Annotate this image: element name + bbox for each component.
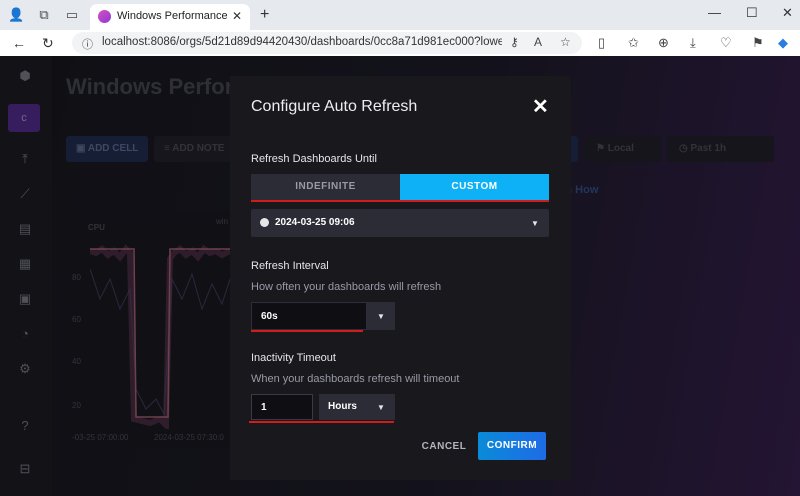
- maximize-icon[interactable]: ☐: [746, 5, 758, 21]
- inactivity-timeout-value: 1: [261, 402, 267, 413]
- workspaces-icon[interactable]: ⧉: [36, 7, 52, 23]
- influxdb-favicon-icon: [98, 10, 111, 23]
- browser-tab-bar: 👤 ⧉ ▭ Windows Performance | ciel | Infl …: [0, 0, 800, 30]
- timeout-unit-value: Hours: [328, 401, 357, 412]
- new-tab-icon[interactable]: +: [260, 6, 269, 24]
- highlight-underline: [249, 421, 394, 423]
- url-field[interactable]: ⓘ localhost:8086/orgs/5d21d89d94420430/d…: [72, 32, 582, 54]
- chevron-down-icon: ▼: [377, 403, 385, 412]
- copilot-icon[interactable]: ◆: [778, 35, 788, 51]
- clock-icon: [260, 218, 269, 227]
- refresh-interval-label: Refresh Interval: [251, 260, 329, 272]
- favorites-icon[interactable]: ✩: [628, 35, 639, 51]
- timeout-unit-dropdown[interactable]: Hours ▼: [319, 394, 395, 420]
- favorite-star-icon[interactable]: ☆: [560, 35, 571, 49]
- refresh-until-toggle: INDEFINITE CUSTOM: [251, 174, 549, 200]
- modal-title: Configure Auto Refresh: [251, 98, 418, 115]
- influxdb-app: ⬢ c ⤒ ⟋ ▤ ▦ ▣ ◔ ⚙ ? ⊟ Windows Perform ▣ …: [0, 56, 800, 496]
- cancel-button[interactable]: CANCEL: [415, 434, 473, 460]
- until-datetime-dropdown[interactable]: 2024-03-25 09:06 ▼: [251, 209, 549, 237]
- refresh-interval-input[interactable]: 60s: [251, 302, 367, 330]
- browser-tab-active[interactable]: Windows Performance | ciel | Infl ✕: [90, 4, 250, 30]
- site-info-icon[interactable]: ⓘ: [82, 36, 93, 52]
- refresh-icon[interactable]: ↻: [42, 35, 54, 51]
- until-datetime-value: 2024-03-25 09:06: [275, 217, 355, 228]
- close-icon[interactable]: ✕: [532, 94, 549, 119]
- refresh-until-label: Refresh Dashboards Until: [251, 153, 377, 165]
- option-indefinite[interactable]: INDEFINITE: [251, 174, 400, 200]
- browser-essentials-icon[interactable]: ⚑: [752, 35, 764, 51]
- tab-actions-icon[interactable]: ▭: [64, 7, 80, 23]
- configure-auto-refresh-modal: Configure Auto Refresh ✕ Refresh Dashboa…: [230, 76, 571, 480]
- inactivity-timeout-input[interactable]: 1: [251, 394, 313, 420]
- key-icon[interactable]: ⚷: [510, 35, 519, 49]
- back-icon[interactable]: ←: [12, 35, 26, 51]
- browser-address-bar: ← ↻ ⓘ localhost:8086/orgs/5d21d89d944204…: [0, 30, 800, 56]
- tab-close-icon[interactable]: ✕: [232, 9, 242, 23]
- highlight-underline: [251, 330, 363, 332]
- collections-icon[interactable]: ⊕: [658, 35, 669, 51]
- extensions-icon[interactable]: ♡: [720, 35, 732, 51]
- read-aloud-icon[interactable]: A: [534, 35, 542, 49]
- chevron-down-icon: ▼: [377, 312, 385, 321]
- confirm-button[interactable]: CONFIRM: [478, 432, 546, 460]
- url-text: localhost:8086/orgs/5d21d89d94420430/das…: [102, 36, 502, 48]
- split-screen-icon[interactable]: ▯: [598, 35, 605, 51]
- close-window-icon[interactable]: ✕: [782, 5, 793, 21]
- chevron-down-icon: ▼: [531, 219, 539, 228]
- highlight-underline: [251, 200, 549, 202]
- refresh-interval-value: 60s: [261, 311, 278, 322]
- tab-title: Windows Performance | ciel | Infl: [117, 10, 227, 22]
- option-custom[interactable]: CUSTOM: [400, 174, 549, 200]
- downloads-icon[interactable]: ⤓: [690, 35, 696, 51]
- refresh-interval-dropdown[interactable]: ▼: [367, 302, 395, 330]
- inactivity-timeout-label: Inactivity Timeout: [251, 352, 336, 364]
- profile-icon[interactable]: 👤: [8, 7, 24, 23]
- minimize-icon[interactable]: —: [708, 5, 721, 20]
- refresh-interval-help: How often your dashboards will refresh: [251, 281, 442, 293]
- inactivity-timeout-help: When your dashboards refresh will timeou…: [251, 373, 460, 385]
